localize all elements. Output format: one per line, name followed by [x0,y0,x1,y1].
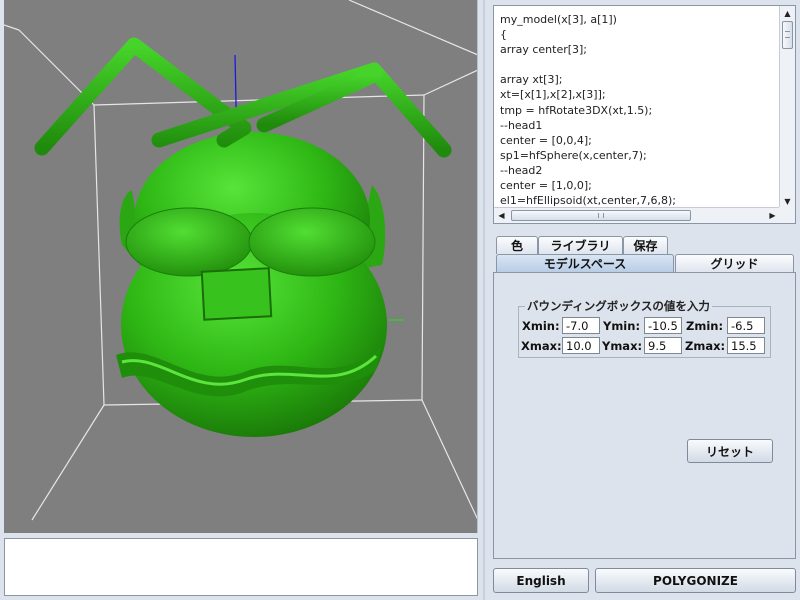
ymax-label: Ymax: [602,339,643,353]
3d-viewport[interactable] [4,0,478,533]
antenna-shapes [34,37,452,158]
model-space-panel: バウンディングボックスの値を入力 Xmin: -7.0 Ymin: -10.5 … [493,272,796,559]
split-pane-divider[interactable] [480,0,488,600]
bounding-box-group: バウンディングボックスの値を入力 Xmin: -7.0 Ymin: -10.5 … [518,298,771,358]
code-text[interactable]: my_model(x[3], a[1]) { array center[3]; … [500,12,776,209]
ymax-field[interactable]: 9.5 [644,337,682,354]
code-editor[interactable]: my_model(x[3], a[1]) { array center[3]; … [493,5,796,224]
horizontal-scrollbar[interactable]: ◀ ▶ [494,207,780,223]
scroll-corner [779,207,795,223]
tab-save-label: 保存 [633,239,658,253]
polygonize-button-label: POLYGONIZE [653,573,738,588]
xmax-field[interactable]: 10.0 [562,337,600,354]
ymin-label: Ymin: [603,319,641,333]
tab-grid-label: グリッド [710,257,759,271]
model-render [4,0,477,521]
zmin-label: Zmin: [686,319,724,333]
horizontal-scroll-thumb[interactable] [511,210,691,221]
english-button[interactable]: English [493,568,589,593]
tab-model-space[interactable]: モデルスペース [496,254,674,272]
zmax-field[interactable]: 15.5 [727,337,765,354]
tab-color[interactable]: 色 [496,236,538,254]
ymin-field[interactable]: -10.5 [644,317,682,334]
tab-library-label: ライブラリ [550,239,611,253]
tab-color-label: 色 [510,239,523,253]
polygonize-button[interactable]: POLYGONIZE [595,568,796,593]
xmin-field[interactable]: -7.0 [562,317,600,334]
scroll-right-icon[interactable]: ▶ [765,208,780,223]
vertical-scroll-thumb[interactable] [782,21,793,49]
zmin-field[interactable]: -6.5 [727,317,765,334]
tab-library[interactable]: ライブラリ [538,236,623,254]
scroll-up-icon[interactable]: ▲ [780,6,795,21]
tab-save[interactable]: 保存 [623,236,668,254]
xmin-label: Xmin: [522,319,560,333]
reset-button[interactable]: リセット [687,439,773,463]
message-area[interactable] [4,538,478,596]
scroll-left-icon[interactable]: ◀ [494,208,509,223]
tab-grid[interactable]: グリッド [675,254,794,272]
vertical-scrollbar[interactable]: ▲ ▼ [779,6,795,209]
english-button-label: English [516,573,566,588]
bounding-box-title: バウンディングボックスの値を入力 [525,298,712,314]
xmax-label: Xmax: [521,339,562,353]
reset-button-label: リセット [705,444,754,459]
zmax-label: Zmax: [685,339,726,353]
tab-model-space-label: モデルスペース [543,257,627,271]
